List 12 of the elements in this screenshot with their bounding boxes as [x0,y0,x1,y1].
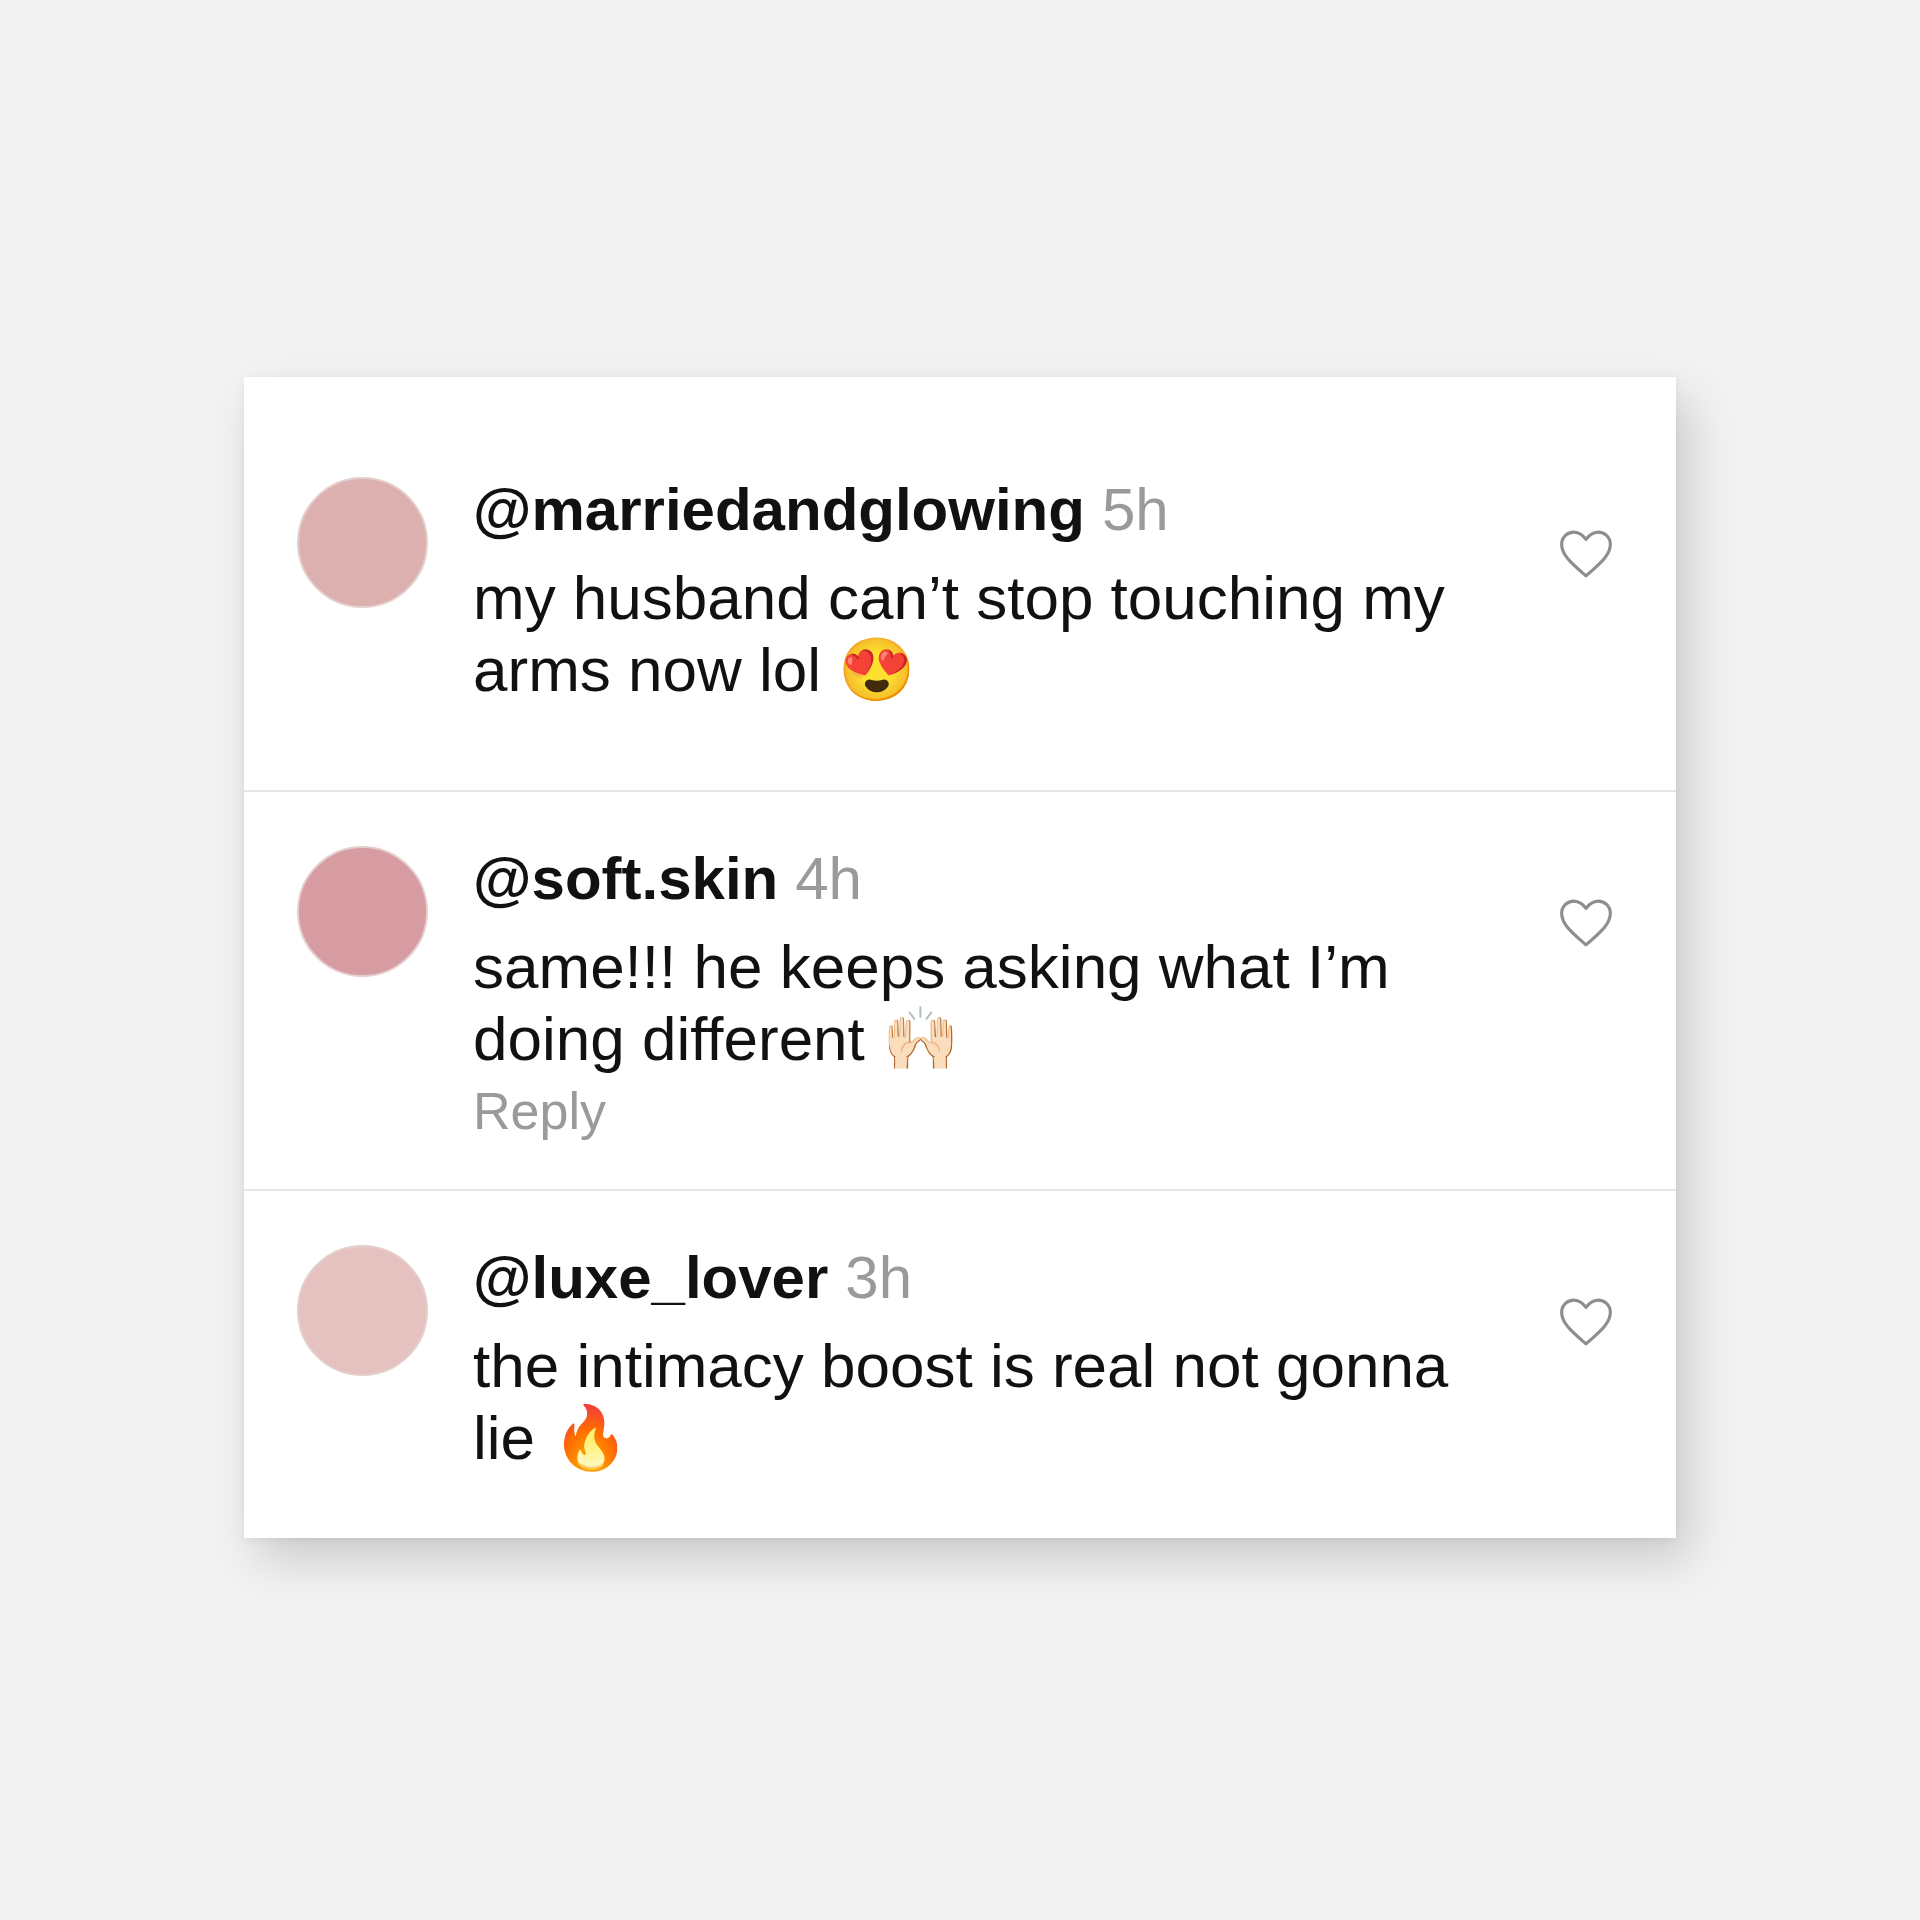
timestamp: 5h [1101,476,1169,543]
timestamp: 3h [845,1244,913,1311]
username[interactable]: @soft.skin [473,845,779,912]
heart-icon[interactable] [1558,528,1614,579]
heart-icon[interactable] [1558,1296,1614,1347]
username[interactable]: @luxe_lover [473,1244,829,1311]
comment-text: same!!! he keeps asking what I’m doing different 🙌🏻 [473,931,1391,1075]
comment-text: my husband can’t stop touching my arms now lol 😍 [473,562,1446,706]
heart-icon[interactable] [1558,897,1614,948]
timestamp: 4h [795,845,862,912]
username[interactable]: @marriedandglowing [473,476,1085,543]
comment-text: the intimacy boost is real not gonna lie 🔥 [473,1330,1450,1474]
